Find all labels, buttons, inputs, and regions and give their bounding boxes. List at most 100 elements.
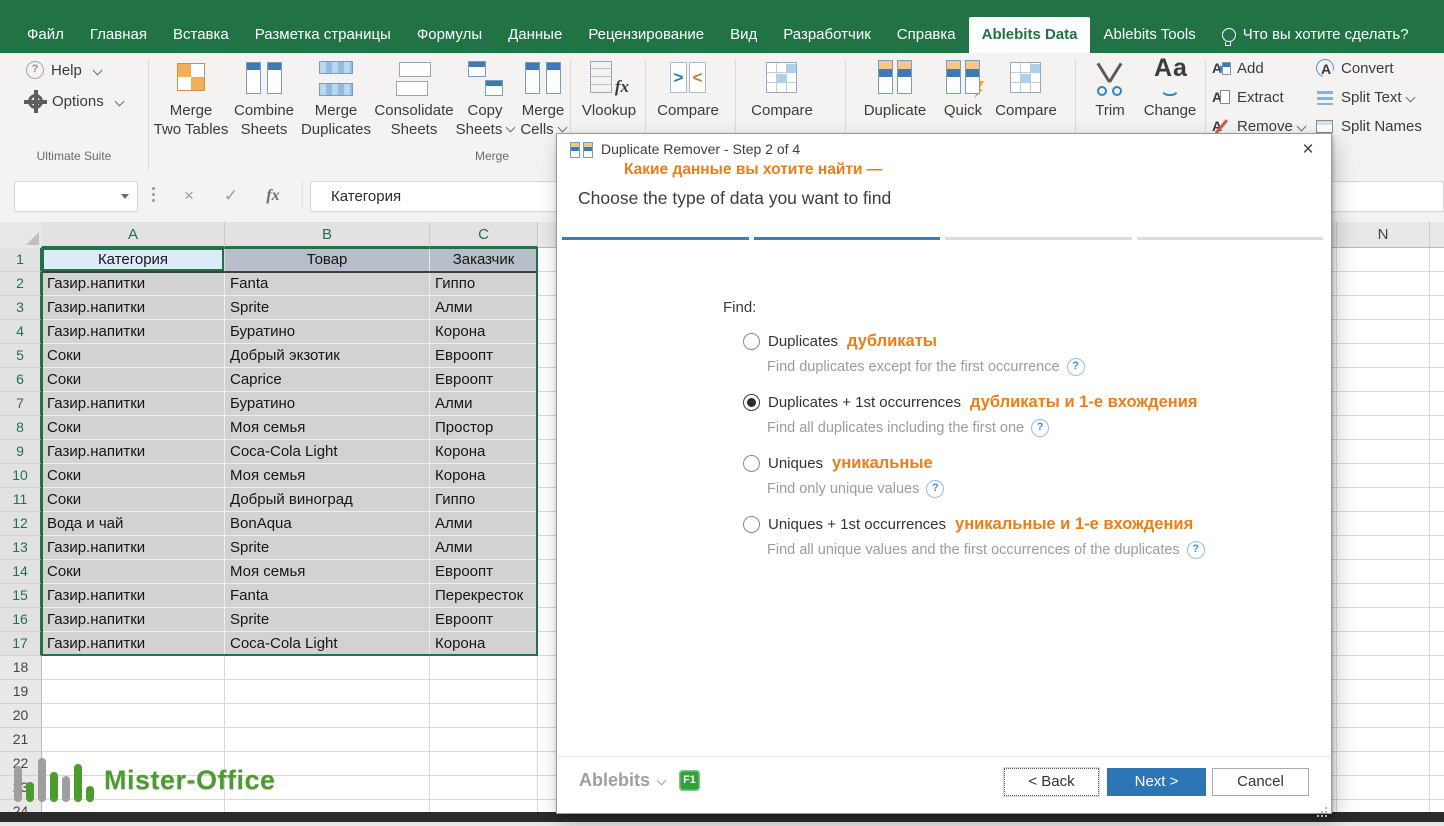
cell-C13[interactable]: Алми [430,536,538,560]
question-mark-icon[interactable]: ? [1067,358,1085,376]
cell-N5[interactable] [1337,344,1430,368]
cell-N7[interactable] [1337,392,1430,416]
tab-help[interactable]: Справка [884,17,969,53]
cell-A17[interactable]: Газир.напитки [42,632,225,656]
cell-B2[interactable]: Fanta [225,272,430,296]
cell-N24[interactable] [1337,800,1430,812]
cell-x22[interactable] [1430,752,1444,776]
row-header-11[interactable]: 11 [0,488,42,512]
cell-N4[interactable] [1337,320,1430,344]
cell-x3[interactable] [1430,296,1444,320]
merge-cells-button[interactable]: MergeCells [516,57,570,139]
row-header-14[interactable]: 14 [0,560,42,584]
extract-button[interactable]: AExtract [1212,86,1305,108]
cell-A21[interactable] [42,728,225,752]
cell-C17[interactable]: Корона [430,632,538,656]
tab-tell-me[interactable]: Что вы хотите сделать? [1209,17,1422,53]
cell-x7[interactable] [1430,392,1444,416]
cell-N16[interactable] [1337,608,1430,632]
cell-A18[interactable] [42,656,225,680]
cell-x1[interactable] [1430,248,1444,272]
combine-sheets-button[interactable]: CombineSheets [232,57,296,139]
cell-B13[interactable]: Sprite [225,536,430,560]
next-button[interactable]: Next > [1107,768,1206,796]
question-mark-icon[interactable]: ? [1031,419,1049,437]
tab-ablebits-data[interactable]: Ablebits Data [969,17,1091,53]
cell-C24[interactable] [430,800,538,812]
tab-data[interactable]: Данные [495,17,575,53]
cell-C7[interactable]: Алми [430,392,538,416]
cell-C4[interactable]: Корона [430,320,538,344]
cell-A14[interactable]: Соки [42,560,225,584]
cell-A5[interactable]: Соки [42,344,225,368]
cell-B9[interactable]: Coca-Cola Light [225,440,430,464]
cell-A22[interactable] [42,752,225,776]
cell-B19[interactable] [225,680,430,704]
cell-x9[interactable] [1430,440,1444,464]
tab-insert[interactable]: Вставка [160,17,242,53]
row-header-21[interactable]: 21 [0,728,42,752]
cell-x11[interactable] [1430,488,1444,512]
cell-B15[interactable]: Fanta [225,584,430,608]
cell-x13[interactable] [1430,536,1444,560]
compare-tables-button[interactable]: Compare [988,57,1064,120]
cell-B4[interactable]: Буратино [225,320,430,344]
cell-A12[interactable]: Вода и чай [42,512,225,536]
radio-button[interactable] [743,455,760,472]
row-header-24[interactable]: 24 [0,800,42,812]
tab-ablebits-tools[interactable]: Ablebits Tools [1090,17,1208,53]
cell-A16[interactable]: Газир.напитки [42,608,225,632]
cell-A15[interactable]: Газир.напитки [42,584,225,608]
cell-B23[interactable] [225,776,430,800]
radio-button[interactable] [743,516,760,533]
row-header-1[interactable]: 1 [0,248,42,272]
cell-x21[interactable] [1430,728,1444,752]
add-button[interactable]: AAdd [1212,57,1305,79]
row-header-15[interactable]: 15 [0,584,42,608]
cell-C9[interactable]: Корона [430,440,538,464]
cell-N12[interactable] [1337,512,1430,536]
cell-x16[interactable] [1430,608,1444,632]
row-header-12[interactable]: 12 [0,512,42,536]
cell-B8[interactable]: Моя семья [225,416,430,440]
select-all-corner[interactable] [0,222,43,249]
tab-file[interactable]: Файл [14,17,77,53]
row-header-3[interactable]: 3 [0,296,42,320]
cell-N10[interactable] [1337,464,1430,488]
column-header-A[interactable]: A [42,222,225,248]
row-header-20[interactable]: 20 [0,704,42,728]
find-option-row[interactable]: Duplicatesдубликаты [743,330,1311,353]
cell-x17[interactable] [1430,632,1444,656]
question-mark-icon[interactable]: ? [1187,541,1205,559]
enter-formula-button[interactable]: ✓ [214,181,248,210]
row-header-23[interactable]: 23 [0,776,42,800]
cell-N8[interactable] [1337,416,1430,440]
back-button[interactable]: < Back [1004,768,1099,796]
cell-C16[interactable]: Евроопт [430,608,538,632]
cell-B17[interactable]: Coca-Cola Light [225,632,430,656]
cell-x18[interactable] [1430,656,1444,680]
cell-C2[interactable]: Гиппо [430,272,538,296]
cell-B6[interactable]: Caprice [225,368,430,392]
column-header-N[interactable]: N [1337,222,1430,248]
find-option-row[interactable]: Duplicates + 1st occurrencesдубликаты и … [743,391,1311,414]
name-box[interactable] [14,181,138,212]
dialog-title-bar[interactable]: Duplicate Remover - Step 2 of 4 × [557,134,1331,164]
merge-two-tables-button[interactable]: MergeTwo Tables [150,57,232,139]
insert-function-button[interactable]: fx [256,181,290,210]
cell-A20[interactable] [42,704,225,728]
quick-dedupe-button[interactable]: Quick [936,57,990,120]
cancel-formula-button[interactable]: × [172,181,206,210]
cell-C14[interactable]: Евроопт [430,560,538,584]
cell-B7[interactable]: Буратино [225,392,430,416]
row-header-19[interactable]: 19 [0,680,42,704]
cell-B24[interactable] [225,800,430,812]
cell-B20[interactable] [225,704,430,728]
row-header-13[interactable]: 13 [0,536,42,560]
row-header-22[interactable]: 22 [0,752,42,776]
drag-handle-icon[interactable] [152,187,155,190]
cell-N21[interactable] [1337,728,1430,752]
tab-formulas[interactable]: Формулы [404,17,495,53]
cell-x5[interactable] [1430,344,1444,368]
cell-A8[interactable]: Соки [42,416,225,440]
